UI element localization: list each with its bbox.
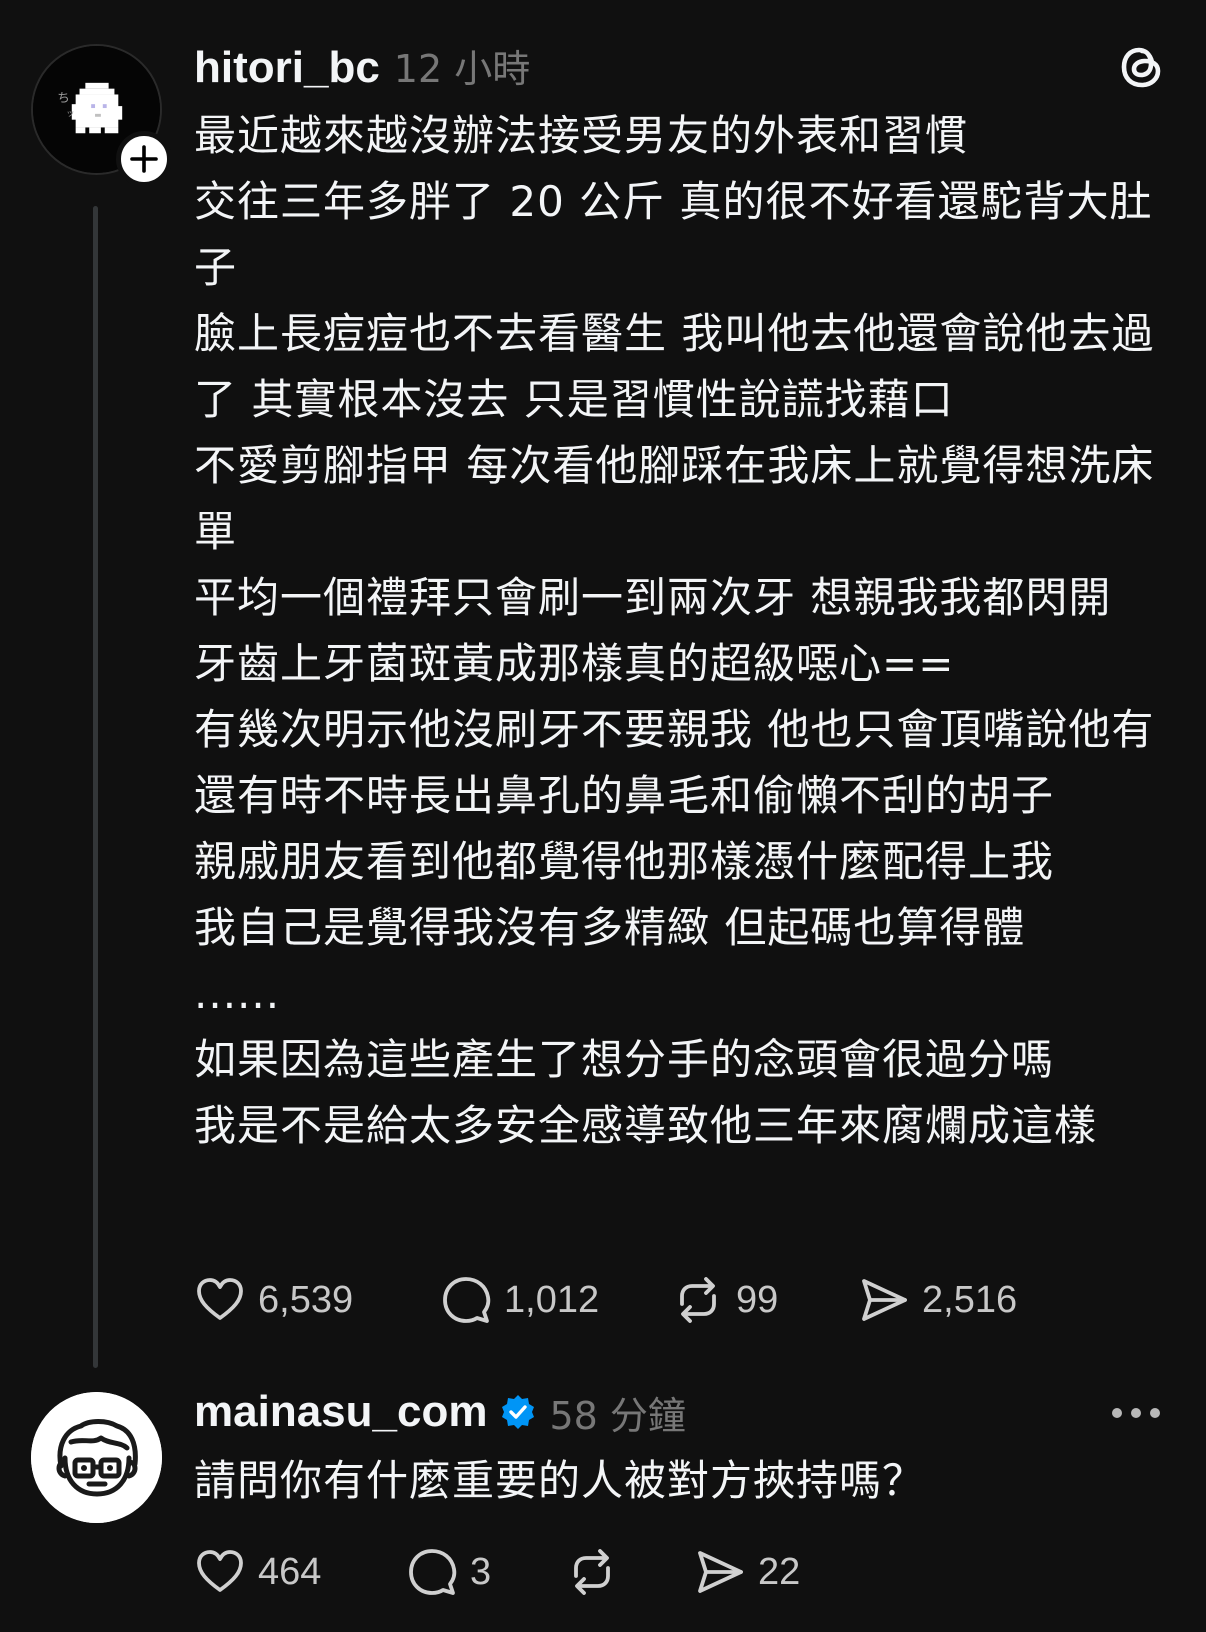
like-count: 6,539	[258, 1278, 354, 1321]
post-actions: 6,539 1,012 99 2,516	[194, 1270, 1017, 1330]
svg-text:ッ: ッ	[66, 109, 75, 119]
post-line: 最近越來越沒辦法接受男友的外表和習慣	[194, 111, 969, 160]
like-button[interactable]: 6,539	[194, 1274, 440, 1326]
share-icon	[698, 1551, 743, 1593]
reply-header: mainasu_com 58 分鐘	[194, 1382, 686, 1442]
share-button[interactable]: 2,516	[858, 1274, 1017, 1326]
reply-share-button[interactable]: 22	[694, 1546, 800, 1598]
post-body: 最近越來越沒辦法接受男友的外表和習慣 交往三年多胖了 20 公斤 真的很不好看還…	[194, 103, 1166, 1159]
repost-icon	[680, 1277, 716, 1323]
follow-plus-button[interactable]	[116, 131, 172, 187]
reply-comment-count: 3	[470, 1550, 492, 1593]
reply-actions: 464 3 22	[194, 1542, 800, 1602]
reply-comment-button[interactable]: 3	[406, 1546, 566, 1598]
post-line: 不愛剪腳指甲 每次看他腳踩在我床上就覺得想洗床單	[194, 441, 1155, 556]
heart-icon	[197, 1278, 243, 1320]
post-username[interactable]: hitori_bc	[194, 43, 380, 93]
more-dot	[1150, 1408, 1160, 1418]
comment-icon	[409, 1549, 457, 1595]
comment-button[interactable]: 1,012	[440, 1274, 672, 1326]
repost-icon	[574, 1549, 610, 1595]
post-line: 平均一個禮拜只會刷一到兩次牙 想親我我都閃開	[194, 573, 1112, 622]
reply-like-count: 464	[258, 1550, 322, 1593]
verified-icon	[502, 1395, 535, 1429]
share-icon	[862, 1279, 907, 1321]
post-line: 還有時不時長出鼻孔的鼻毛和偷懶不刮的胡子	[194, 771, 1055, 820]
more-dot	[1131, 1408, 1141, 1418]
reply-text: 請問你有什麼重要的人被對方挾持嗎？	[194, 1456, 926, 1505]
reply-like-button[interactable]: 464	[194, 1546, 406, 1598]
more-dot	[1112, 1408, 1122, 1418]
threads-post-page: ち ッ hitori_bc 12 小時 最近越來越沒辦法接受男友的外表和習慣 交…	[0, 0, 1206, 1632]
avatar-mainasu-com[interactable]	[31, 1392, 162, 1523]
post-line: 我自己是覺得我沒有多精緻 但起碼也算得體	[194, 903, 1026, 952]
threads-logo-icon[interactable]	[1118, 42, 1166, 92]
cartoon-face-avatar-icon	[31, 1392, 162, 1523]
post-line: 臉上長痘痘也不去看醫生 我叫他去他還會說他去過了 其實根本沒去 只是習慣性說謊找…	[194, 309, 1155, 424]
share-count: 2,516	[922, 1278, 1018, 1321]
reply-repost-button[interactable]	[566, 1546, 694, 1598]
reply-username[interactable]: mainasu_com	[194, 1387, 487, 1437]
svg-text:ち: ち	[57, 90, 70, 105]
repost-count: 99	[736, 1278, 779, 1321]
post-line: 親戚朋友看到他都覺得他那樣憑什麼配得上我	[194, 837, 1055, 886]
post-line: 交往三年多胖了 20 公斤 真的很不好看還駝背大肚子	[194, 177, 1153, 292]
heart-icon	[197, 1550, 243, 1592]
post-line: 如果因為這些產生了想分手的念頭會很過分嗎	[194, 1035, 1055, 1084]
reply-timestamp: 58 分鐘	[549, 1393, 686, 1438]
post-line: 有幾次明示他沒刷牙不要親我 他也只會頂嘴說他有	[194, 705, 1155, 754]
post-line: 牙齒上牙菌斑黃成那樣真的超級噁心==	[194, 639, 955, 688]
plus-icon	[130, 145, 158, 173]
post-line: ......	[194, 969, 281, 1018]
comment-count: 1,012	[504, 1278, 600, 1321]
repost-button[interactable]: 99	[672, 1274, 858, 1326]
comment-icon	[443, 1277, 491, 1323]
more-options-icon[interactable]	[1112, 1400, 1160, 1426]
thread-connector-line	[93, 206, 98, 1368]
reply-share-count: 22	[758, 1550, 801, 1593]
post-line: 我是不是給太多安全感導致他三年來腐爛成這樣	[194, 1101, 1098, 1150]
post-timestamp: 12 小時	[393, 47, 531, 91]
post-header: hitori_bc 12 小時	[194, 38, 530, 96]
